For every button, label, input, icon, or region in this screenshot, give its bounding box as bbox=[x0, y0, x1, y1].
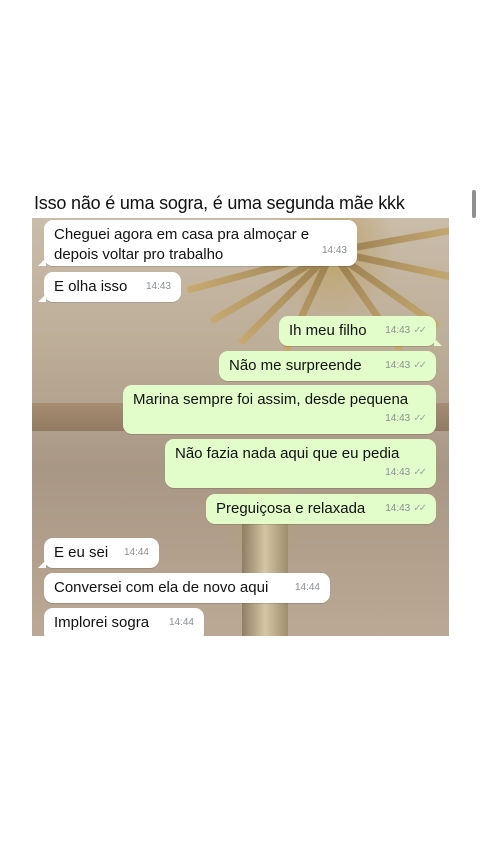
message-text: Preguiçosa e relaxada bbox=[216, 500, 366, 517]
incoming-message[interactable]: Implorei sogra 14:44 bbox=[44, 608, 204, 636]
message-text-line-1: Cheguei agora em casa pra almoçar e bbox=[54, 226, 310, 243]
double-check-icon: ✓✓ bbox=[413, 503, 427, 514]
message-timestamp: 14:43 bbox=[321, 245, 347, 256]
message-text-line-2: depois voltar pro trabalho bbox=[54, 246, 224, 263]
message-timestamp: 14:43 bbox=[385, 325, 411, 336]
message-text: Implorei sogra bbox=[54, 614, 150, 631]
message-timestamp: 14:44 bbox=[123, 547, 149, 558]
double-check-icon: ✓✓ bbox=[413, 360, 427, 371]
message-timestamp: 14:44 bbox=[168, 617, 194, 628]
scroll-indicator[interactable] bbox=[472, 190, 476, 218]
outgoing-message[interactable]: Não me surpreende 14:43 ✓✓ bbox=[219, 351, 436, 381]
outgoing-message[interactable]: Ih meu filho 14:43 ✓✓ bbox=[279, 316, 442, 346]
message-timestamp: 14:43 bbox=[145, 281, 171, 292]
chat-screenshot: Cheguei agora em casa pra almoçar e depo… bbox=[32, 218, 449, 636]
message-text: Ih meu filho bbox=[289, 322, 367, 339]
message-meta: 14:43 ✓✓ bbox=[385, 463, 427, 483]
double-check-icon: ✓✓ bbox=[413, 325, 427, 336]
message-meta: 14:43 ✓✓ bbox=[385, 409, 427, 429]
message-meta: 14:43 ✓✓ bbox=[385, 499, 427, 519]
outgoing-message[interactable]: Não fazia nada aqui que eu pedia 14:43 ✓✓ bbox=[165, 439, 436, 488]
message-text: Marina sempre foi assim, desde pequena bbox=[133, 391, 409, 408]
message-text: Não fazia nada aqui que eu pedia bbox=[175, 445, 400, 462]
message-text: Conversei com ela de novo aqui bbox=[54, 579, 269, 596]
message-meta: 14:43 ✓✓ bbox=[385, 356, 427, 376]
message-text: E eu sei bbox=[54, 544, 109, 561]
incoming-message[interactable]: Cheguei agora em casa pra almoçar e depo… bbox=[38, 220, 357, 266]
double-check-icon: ✓✓ bbox=[413, 467, 427, 478]
message-timestamp: 14:43 bbox=[385, 413, 411, 424]
incoming-message[interactable]: E eu sei 14:44 bbox=[38, 538, 159, 568]
message-meta: 14:43 ✓✓ bbox=[385, 321, 427, 341]
incoming-message[interactable]: Conversei com ela de novo aqui 14:44 bbox=[44, 573, 330, 603]
message-timestamp: 14:44 bbox=[294, 582, 320, 593]
double-check-icon: ✓✓ bbox=[413, 413, 427, 424]
message-timestamp: 14:43 bbox=[385, 503, 411, 514]
incoming-message[interactable]: E olha isso 14:43 bbox=[38, 272, 181, 302]
post-caption: Isso não é uma sogra, é uma segunda mãe … bbox=[34, 193, 405, 213]
outgoing-message[interactable]: Preguiçosa e relaxada 14:43 ✓✓ bbox=[206, 494, 436, 524]
message-timestamp: 14:43 bbox=[385, 467, 411, 478]
message-text: Não me surpreende bbox=[229, 357, 362, 374]
outgoing-message[interactable]: Marina sempre foi assim, desde pequena 1… bbox=[123, 385, 436, 434]
message-timestamp: 14:43 bbox=[385, 360, 411, 371]
message-text: E olha isso bbox=[54, 278, 128, 295]
